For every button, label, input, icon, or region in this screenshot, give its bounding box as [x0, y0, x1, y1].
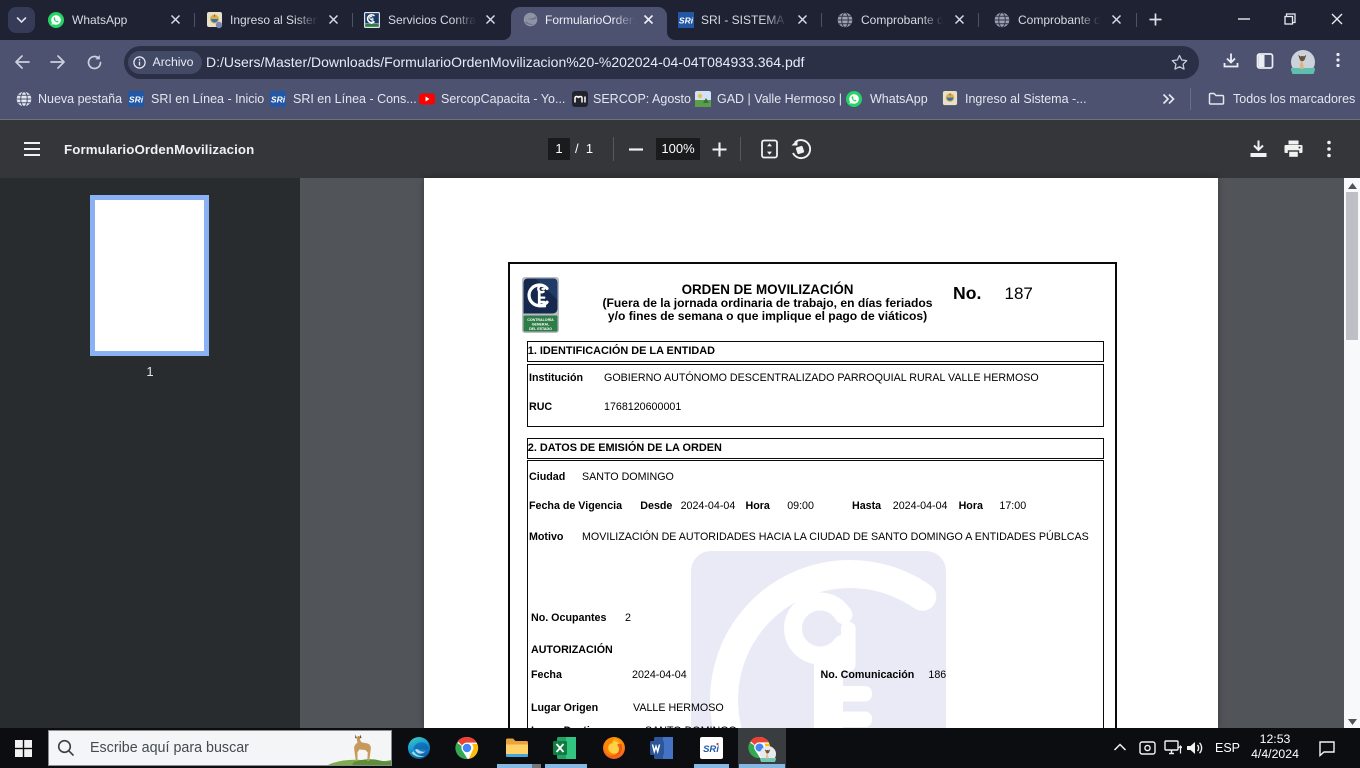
- svg-text:SRi: SRi: [129, 95, 144, 105]
- svg-text:CONTRALORÍA: CONTRALORÍA: [527, 317, 554, 322]
- svg-text:GENERAL: GENERAL: [532, 322, 550, 326]
- svg-text:SRi: SRi: [679, 16, 694, 26]
- svg-text:DEL ESTADO: DEL ESTADO: [529, 327, 552, 331]
- svg-text:SRi: SRi: [271, 95, 286, 105]
- svg-text:SRi: SRi: [703, 744, 719, 755]
